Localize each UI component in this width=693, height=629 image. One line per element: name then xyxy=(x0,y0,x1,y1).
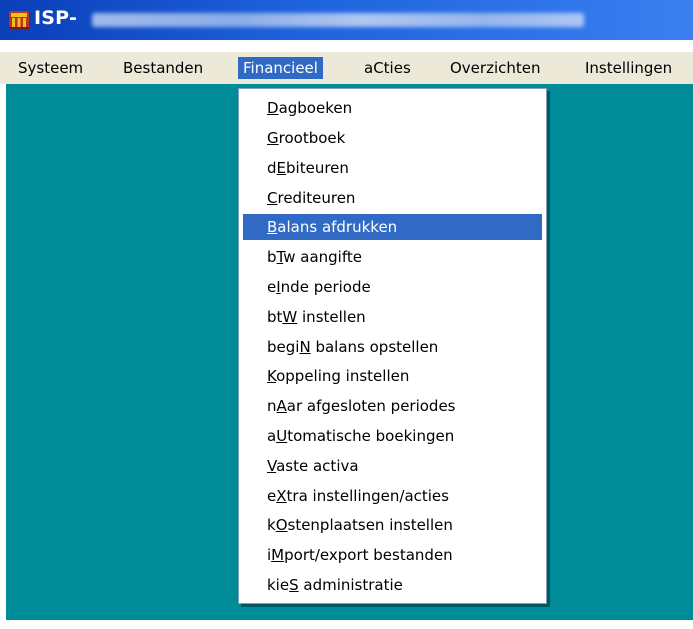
accelerator-key: S xyxy=(289,576,299,594)
label-post: port/export bestanden xyxy=(284,546,453,564)
label-post: oppeling instellen xyxy=(276,367,410,385)
label-post: tra instellingen/acties xyxy=(286,487,449,505)
menuitem-koppeling-instellen[interactable]: Koppeling instellen xyxy=(243,363,542,389)
label-pre: e xyxy=(267,487,277,505)
menuitem-balans-afdrukken[interactable]: Balans afdrukken xyxy=(243,214,542,240)
menu-overzichten[interactable]: Overzichten xyxy=(445,57,546,79)
label-post: alans afdrukken xyxy=(277,218,398,236)
label-pre: begi xyxy=(267,338,300,356)
app-emblem-icon xyxy=(9,11,29,29)
menuitem-kies-administratie[interactable]: kieS administratie xyxy=(243,572,542,598)
label-post: w aangifte xyxy=(283,248,362,266)
label-post: administratie xyxy=(298,576,403,594)
menu-systeem[interactable]: Systeem xyxy=(13,57,88,79)
label-pre: bt xyxy=(267,308,283,326)
window-title-redacted xyxy=(92,13,584,27)
accelerator-key: V xyxy=(267,457,277,475)
menu-instellingen[interactable]: Instellingen xyxy=(580,57,677,79)
label-pre: k xyxy=(267,516,276,534)
label-post: biteuren xyxy=(286,159,349,177)
menuitem-btw-instellen[interactable]: btW instellen xyxy=(243,304,542,330)
label-pre: b xyxy=(267,248,277,266)
label-post: stenplaatsen instellen xyxy=(287,516,453,534)
label-pre: d xyxy=(267,159,277,177)
accelerator-key: O xyxy=(275,516,288,534)
label-post: nde periode xyxy=(280,278,371,296)
accelerator-key: U xyxy=(276,427,288,445)
menuitem-debiteuren[interactable]: dEbiteuren xyxy=(243,155,542,181)
menuitem-btw-aangifte[interactable]: bTw aangifte xyxy=(243,244,542,270)
accelerator-key: A xyxy=(276,397,287,415)
label-pre: kie xyxy=(267,576,290,594)
menuitem-automatische-boekingen[interactable]: aUtomatische boekingen xyxy=(243,423,542,449)
label-pre: e xyxy=(267,278,277,296)
menu-financieel[interactable]: Financieel xyxy=(238,57,323,79)
accelerator-key: G xyxy=(267,129,279,147)
menuitem-grootboek[interactable]: Grootboek xyxy=(243,125,542,151)
accelerator-key: E xyxy=(276,159,287,177)
menuitem-einde-periode[interactable]: eInde periode xyxy=(243,274,542,300)
accelerator-key: W xyxy=(282,308,298,326)
title-bar[interactable]: ISP- xyxy=(0,0,693,40)
menuitem-naar-afgesloten-periodes[interactable]: nAar afgesloten periodes xyxy=(243,393,542,419)
accelerator-key: X xyxy=(276,487,287,505)
menu-bar: Systeem Bestanden Financieel aCties Over… xyxy=(0,52,693,84)
label-post: balans opstellen xyxy=(310,338,439,356)
label-pre: n xyxy=(267,397,277,415)
menuitem-begin-balans-opstellen[interactable]: begiN balans opstellen xyxy=(243,334,542,360)
label-pre: a xyxy=(267,427,277,445)
financieel-dropdown-menu: Dagboeken Grootboek dEbiteuren Crediteur… xyxy=(238,88,547,604)
menuitem-extra-instellingen-acties[interactable]: eXtra instellingen/acties xyxy=(243,483,542,509)
label-post: rediteuren xyxy=(277,189,356,207)
accelerator-key: N xyxy=(299,338,311,356)
accelerator-key: C xyxy=(267,189,278,207)
menu-acties[interactable]: aCties xyxy=(359,57,416,79)
accelerator-key: M xyxy=(271,546,285,564)
accelerator-key: D xyxy=(267,99,279,117)
accelerator-key: K xyxy=(267,367,277,385)
menu-bestanden[interactable]: Bestanden xyxy=(118,57,208,79)
label-post: tomatische boekingen xyxy=(287,427,455,445)
menuitem-crediteuren[interactable]: Crediteuren xyxy=(243,185,542,211)
accelerator-key: B xyxy=(267,218,278,236)
label-post: instellen xyxy=(297,308,366,326)
label-post: aste activa xyxy=(276,457,359,475)
menuitem-kostenplaatsen-instellen[interactable]: kOstenplaatsen instellen xyxy=(243,512,542,538)
label-post: rootboek xyxy=(278,129,346,147)
label-post: ar afgesloten periodes xyxy=(286,397,456,415)
window-title: ISP- xyxy=(34,7,78,29)
menuitem-vaste-activa[interactable]: Vaste activa xyxy=(243,453,542,479)
application-window: ISP- Systeem Bestanden Financieel aCties… xyxy=(0,0,693,629)
menuitem-dagboeken[interactable]: Dagboeken xyxy=(243,95,542,121)
label-post: agboeken xyxy=(278,99,353,117)
menuitem-import-export-bestanden[interactable]: iMport/export bestanden xyxy=(243,542,542,568)
